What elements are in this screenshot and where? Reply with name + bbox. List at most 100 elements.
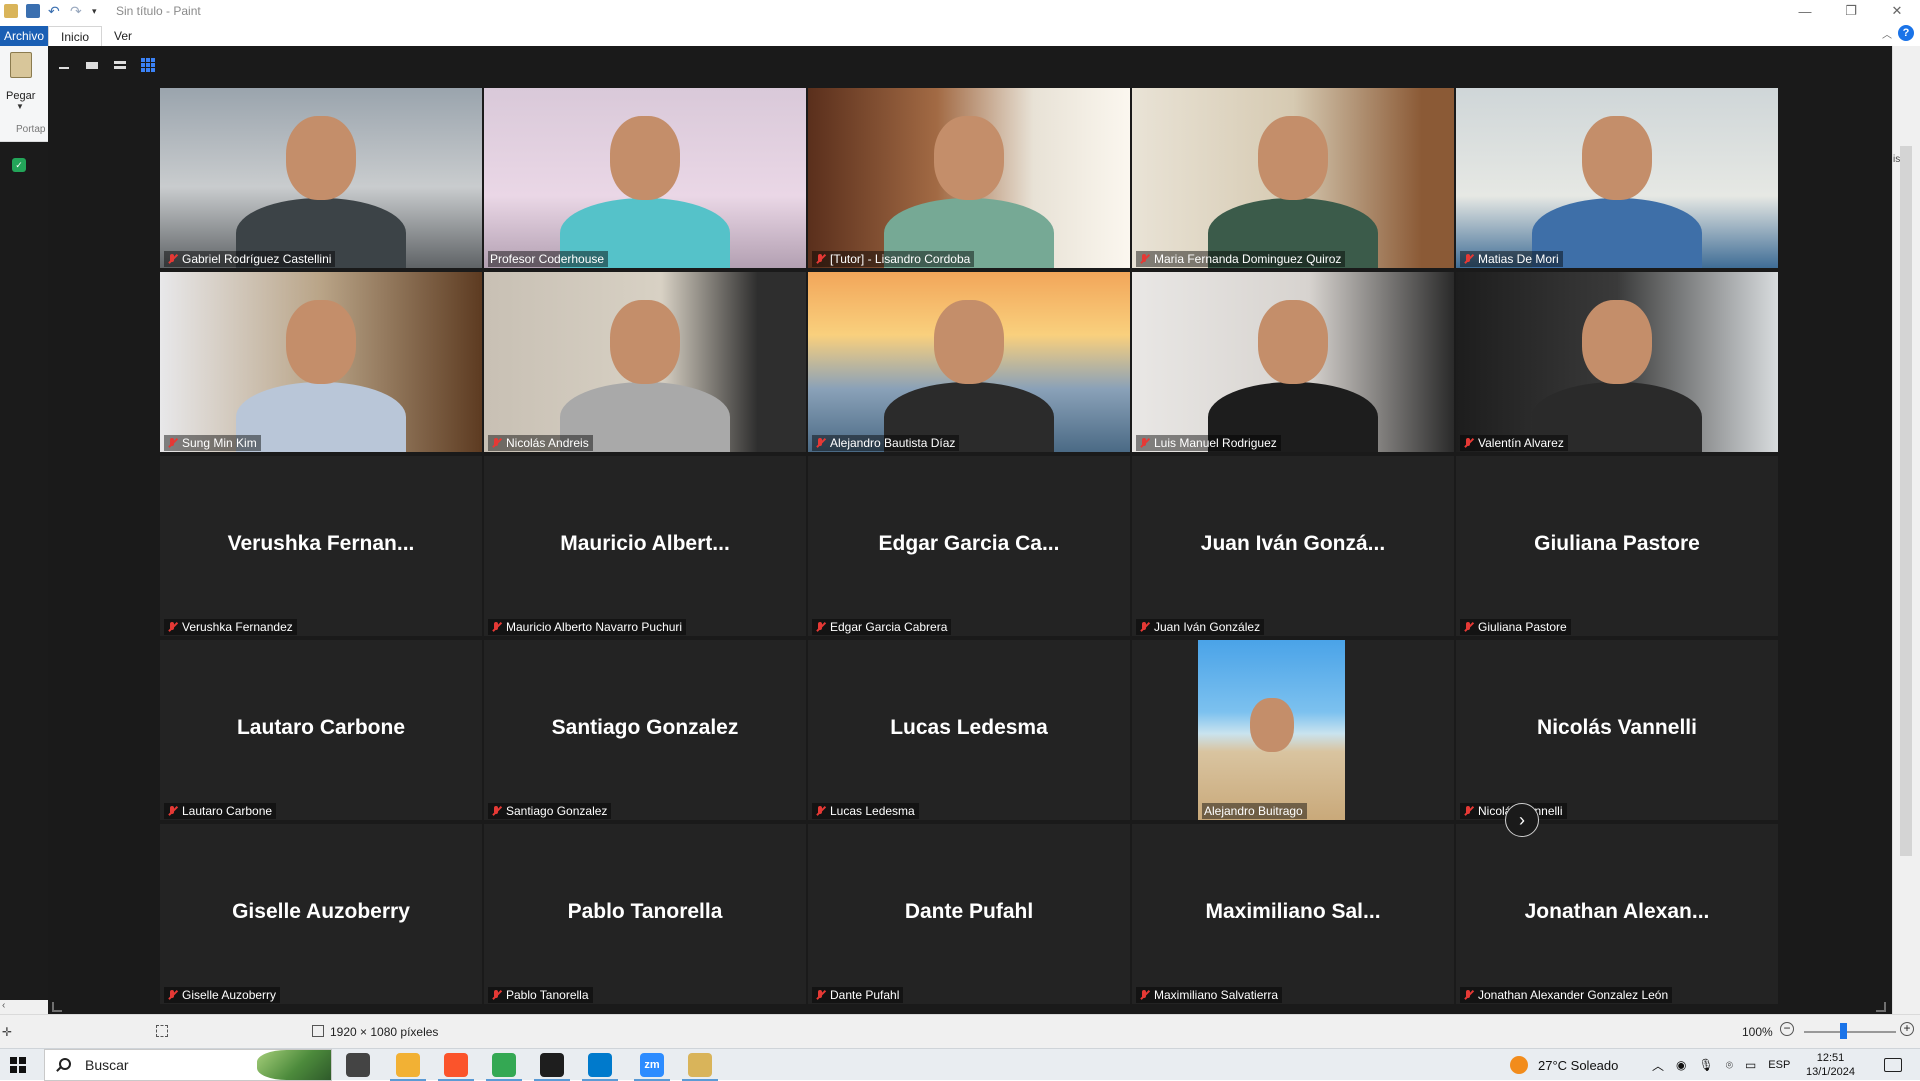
speaker-view-icon[interactable]: [84, 57, 100, 73]
chevron-up-icon[interactable]: ︿: [1652, 1057, 1664, 1074]
participant-name-label: Mauricio Alberto Navarro Puchuri: [488, 619, 687, 635]
participant-tile[interactable]: Valentín Alvarez: [1456, 272, 1778, 452]
participant-tile[interactable]: Juan Iván Gonzá... Juan Iván González: [1132, 456, 1454, 636]
participant-tile[interactable]: [Tutor] - Lisandro Cordoba: [808, 88, 1130, 268]
network-icon[interactable]: ▭: [1745, 1058, 1756, 1072]
participant-name-label: Sung Min Kim: [164, 435, 261, 451]
search-input[interactable]: Buscar: [85, 1057, 129, 1073]
participant-tile[interactable]: Pablo Tanorella Pablo Tanorella: [484, 824, 806, 1004]
collapse-ribbon-icon[interactable]: ︿: [1882, 26, 1892, 41]
webcam-icon[interactable]: ⌾: [1726, 1058, 1733, 1073]
terminal-icon[interactable]: [534, 1053, 570, 1081]
vscode-icon[interactable]: [582, 1053, 618, 1081]
participant-display-name: Mauricio Albert...: [560, 532, 730, 555]
participant-tile[interactable]: Gabriel Rodríguez Castellini: [160, 88, 482, 268]
file-explorer-icon[interactable]: [390, 1053, 426, 1081]
mic-muted-icon: [490, 805, 502, 817]
participant-video: [484, 88, 806, 268]
participant-tile[interactable]: Luis Manuel Rodriguez: [1132, 272, 1454, 452]
help-icon[interactable]: ?: [1898, 25, 1914, 41]
paint-icon[interactable]: [682, 1053, 718, 1081]
clipboard-icon[interactable]: [10, 52, 32, 78]
paste-button[interactable]: Pegar: [6, 90, 35, 102]
participant-tile[interactable]: Dante Pufahl Dante Pufahl: [808, 824, 1130, 1004]
microphone-icon[interactable]: 🎙: [1699, 1058, 1714, 1072]
paint-title-bar: ↶ ↷ ▾ Sin título - Paint — ❐ ✕: [0, 0, 1920, 22]
left-edge-panel: [0, 142, 48, 1000]
resize-handle-left-icon[interactable]: [52, 1002, 62, 1012]
participant-video: [1132, 272, 1454, 452]
participant-tile[interactable]: Santiago Gonzalez Santiago Gonzalez: [484, 640, 806, 820]
participant-tile[interactable]: Edgar Garcia Ca... Edgar Garcia Cabrera: [808, 456, 1130, 636]
participant-name: Santiago Gonzalez: [506, 804, 608, 818]
participant-name: Valentín Alvarez: [1478, 436, 1564, 450]
tab-ver[interactable]: Ver: [102, 26, 144, 46]
save-icon[interactable]: [26, 4, 40, 18]
next-page-button[interactable]: ›: [1505, 803, 1539, 837]
quick-access-toolbar: ↶ ↷ ▾: [0, 4, 106, 18]
language-indicator[interactable]: ESP: [1768, 1059, 1790, 1071]
redo-icon[interactable]: ↷: [70, 4, 84, 18]
minimize-video-icon[interactable]: [56, 57, 72, 73]
participant-name-label: Giuliana Pastore: [1460, 619, 1571, 635]
zoom-app-icon[interactable]: zm: [634, 1053, 670, 1081]
weather-widget[interactable]: 27°C Soleado: [1510, 1049, 1618, 1081]
window-controls: — ❐ ✕: [1782, 0, 1920, 22]
chrome-icon[interactable]: [486, 1053, 522, 1081]
participant-tile[interactable]: Nicolás Vannelli Nicolás Vannelli: [1456, 640, 1778, 820]
tab-inicio[interactable]: Inicio: [48, 26, 103, 46]
participant-name-label: Alejandro Bautista Díaz: [812, 435, 960, 451]
task-view-icon[interactable]: [346, 1053, 370, 1077]
participant-tile[interactable]: Sung Min Kim: [160, 272, 482, 452]
participant-tile[interactable]: Alejandro Buitrago: [1132, 640, 1454, 820]
customize-qat-icon[interactable]: ▾: [92, 4, 106, 18]
chevron-down-icon[interactable]: ▼: [16, 102, 24, 111]
standard-view-icon[interactable]: [112, 57, 128, 73]
participant-tile[interactable]: Lucas Ledesma Lucas Ledesma: [808, 640, 1130, 820]
participant-tile[interactable]: Alejandro Bautista Díaz: [808, 272, 1130, 452]
mic-muted-icon: [814, 805, 826, 817]
participant-grid: Gabriel Rodríguez Castellini Profesor Cod…: [160, 88, 1781, 1004]
participant-tile[interactable]: Matias De Mori: [1456, 88, 1778, 268]
participant-name-label: [Tutor] - Lisandro Cordoba: [812, 251, 975, 267]
notifications-button[interactable]: [1884, 1049, 1902, 1081]
zoom-out-button[interactable]: −: [1780, 1022, 1794, 1036]
participant-tile[interactable]: Giuliana Pastore Giuliana Pastore: [1456, 456, 1778, 636]
undo-icon[interactable]: ↶: [48, 4, 62, 18]
tab-archivo[interactable]: Archivo: [0, 26, 49, 46]
participant-name: Matias De Mori: [1478, 252, 1559, 266]
participant-name: Mauricio Alberto Navarro Puchuri: [506, 620, 683, 634]
paint-vertical-scrollbar[interactable]: ist: [1892, 46, 1920, 1014]
scrollbar-thumb[interactable]: [1900, 146, 1912, 856]
participant-tile[interactable]: Profesor Coderhouse: [484, 88, 806, 268]
horizontal-scrollbar[interactable]: ‹: [0, 1000, 48, 1014]
zoom-in-button[interactable]: +: [1900, 1022, 1914, 1036]
participant-name: Profesor Coderhouse: [490, 252, 605, 266]
participant-tile[interactable]: Verushka Fernan... Verushka Fernandez: [160, 456, 482, 636]
resize-handle-right-icon[interactable]: [1876, 1002, 1886, 1012]
clock[interactable]: 12:51 13/1/2024: [1806, 1049, 1855, 1081]
participant-name: Pablo Tanorella: [506, 988, 589, 1002]
participant-name: Edgar Garcia Cabrera: [830, 620, 948, 634]
participant-tile[interactable]: Lautaro Carbone Lautaro Carbone: [160, 640, 482, 820]
mic-muted-icon: [166, 989, 178, 1001]
participant-tile[interactable]: Jonathan Alexan... Jonathan Alexander Gon…: [1456, 824, 1778, 1004]
zoom-slider[interactable]: [1804, 1031, 1896, 1033]
gallery-view-icon[interactable]: [140, 57, 156, 73]
windows-start-icon[interactable]: [10, 1057, 26, 1073]
brave-browser-icon[interactable]: [438, 1053, 474, 1081]
record-icon[interactable]: ◉: [1676, 1058, 1686, 1072]
ribbon-clipboard-group: Pegar ▼ Portap: [0, 46, 48, 142]
zoom-slider-handle[interactable]: [1840, 1023, 1847, 1039]
participant-tile[interactable]: Giselle Auzoberry Giselle Auzoberry: [160, 824, 482, 1004]
participant-name-label: Giselle Auzoberry: [164, 987, 281, 1003]
close-icon[interactable]: ✕: [1874, 0, 1920, 22]
minimize-icon[interactable]: —: [1782, 0, 1828, 22]
participant-tile[interactable]: Maximiliano Sal... Maximiliano Salvatierr…: [1132, 824, 1454, 1004]
restore-icon[interactable]: ❐: [1828, 0, 1874, 22]
clock-time: 12:51: [1816, 1052, 1845, 1064]
participant-tile[interactable]: Nicolás Andreis: [484, 272, 806, 452]
participant-tile[interactable]: Maria Fernanda Dominguez Quiroz: [1132, 88, 1454, 268]
participant-tile[interactable]: Mauricio Albert... Mauricio Alberto Navar…: [484, 456, 806, 636]
taskbar-search[interactable]: Buscar: [44, 1049, 332, 1081]
